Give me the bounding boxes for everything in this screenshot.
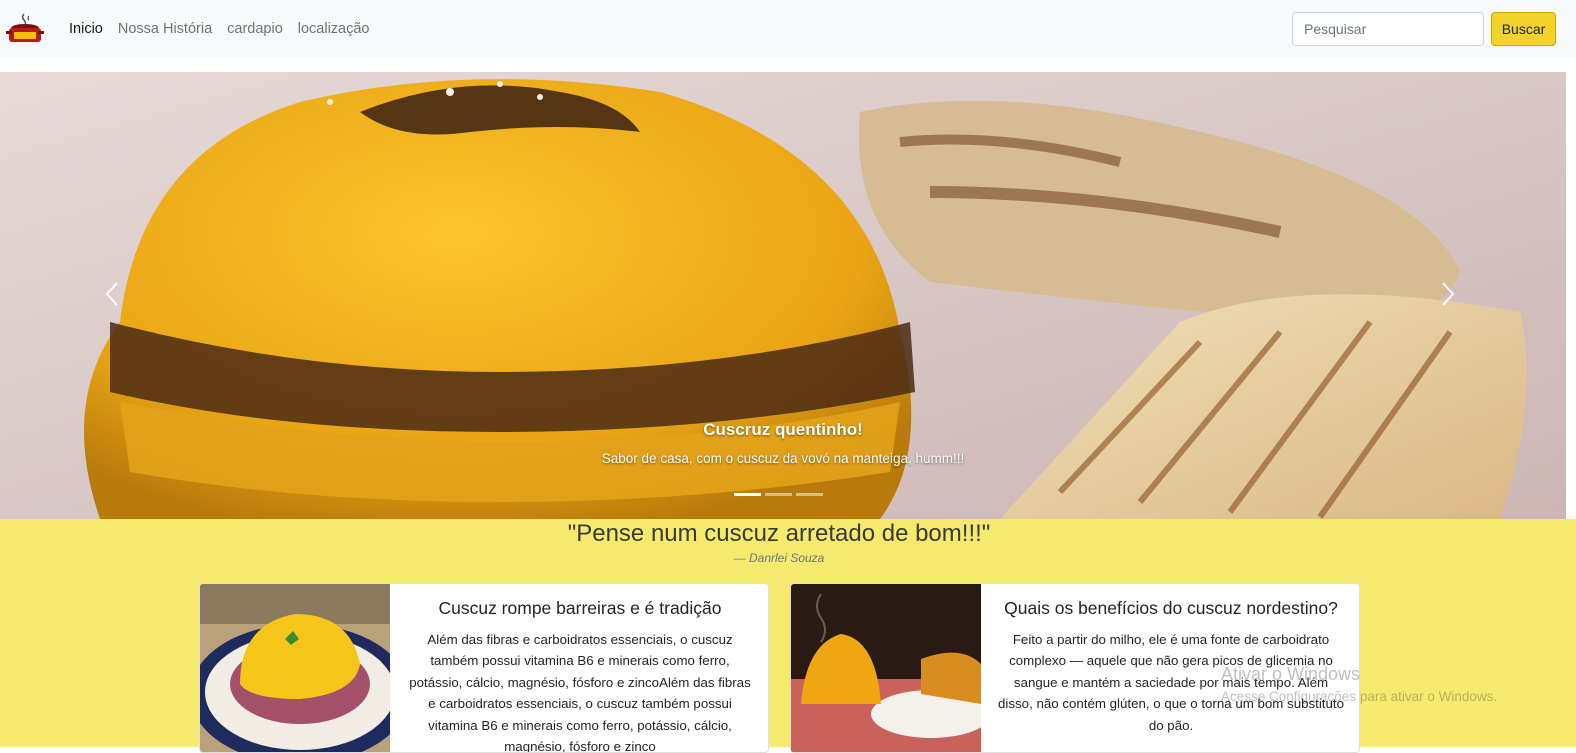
card-text: Além das fibras e carboidratos essenciai… [409, 632, 751, 753]
chevron-left-icon [105, 282, 118, 306]
carousel-indicator-3[interactable] [796, 493, 823, 496]
nav-link-localizacao[interactable]: localização [298, 21, 370, 37]
carousel-next-button[interactable] [1428, 272, 1468, 316]
carousel-caption-title: Cuscruz quentinho! [703, 420, 863, 439]
nav-links: Inicio Nossa História cardapio localizaç… [69, 0, 385, 57]
carousel-prev-button[interactable] [92, 272, 132, 316]
search-button[interactable]: Buscar [1491, 12, 1556, 46]
nav-link-cardapio[interactable]: cardapio [227, 21, 283, 37]
brand-logo[interactable] [4, 12, 46, 46]
cuscuz-steam-image [791, 584, 981, 752]
cuscuz-pot-icon [6, 13, 44, 42]
nav-link-inicio[interactable]: Inicio [69, 21, 103, 37]
carousel-indicator-1[interactable] [734, 493, 761, 496]
card-title: Quais os benefícios do cuscuz nordestino… [1004, 598, 1338, 618]
nav-link-nossa-historia[interactable]: Nossa História [118, 21, 212, 37]
chevron-right-icon [1442, 282, 1455, 306]
article-card: Cuscuz rompe barreiras e é tradição Além… [199, 583, 769, 753]
carousel-indicators [734, 493, 823, 496]
carousel-caption-text: Sabor de casa, com o cuscuz da vovó na m… [601, 451, 965, 466]
navbar: Inicio Nossa História cardapio localizaç… [0, 0, 1576, 57]
carousel-indicator-2[interactable] [765, 493, 792, 496]
search-input[interactable]: Pesquisar [1292, 12, 1484, 46]
card-body: Cuscuz rompe barreiras e é tradição Além… [390, 584, 768, 753]
quote-author: — Danrlei Souza [733, 551, 825, 565]
card-title: Cuscuz rompe barreiras e é tradição [438, 598, 722, 618]
windows-activation-text: Acesse Configurações para ativar o Windo… [1221, 689, 1498, 704]
windows-activation-title: Ativar o Windows [1221, 664, 1361, 684]
hero-carousel: Cuscruz quentinho! Sabor de casa, com o … [0, 72, 1566, 519]
quote-text: "Pense num cuscuz arretado de bom!!!" [567, 520, 991, 547]
cuscuz-plate-image [200, 584, 390, 752]
